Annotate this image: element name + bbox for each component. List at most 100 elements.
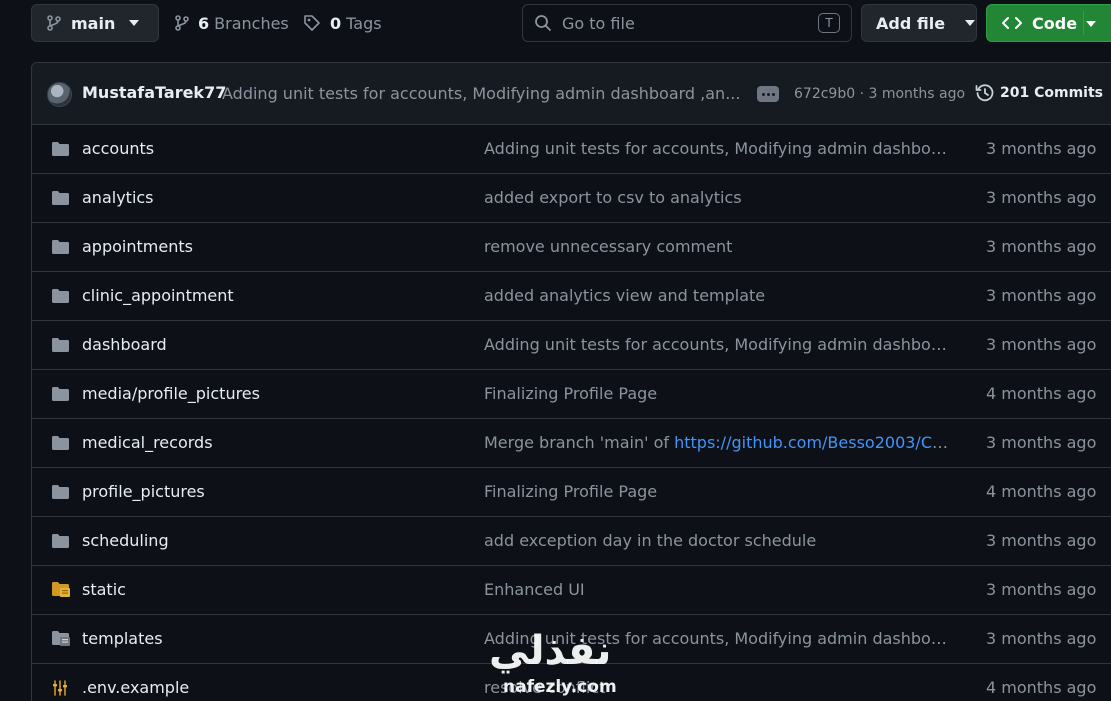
chevron-down-icon[interactable] xyxy=(1086,21,1096,27)
commit-sha-time[interactable]: 672c9b0 · 3 months ago xyxy=(794,86,965,102)
file-name-link[interactable]: media/profile_pictures xyxy=(82,384,260,403)
file-row[interactable]: profile_pictures Finalizing Profile Page 4… xyxy=(32,468,1111,517)
chevron-down-icon xyxy=(965,20,976,26)
file-name-link[interactable]: clinic_appointment xyxy=(82,286,234,305)
folder-icon xyxy=(52,533,69,552)
code-button[interactable]: Code xyxy=(986,4,1111,42)
file-commit-message[interactable]: remove unnecessary comment xyxy=(484,237,950,256)
code-icon xyxy=(1002,17,1022,29)
file-table: MustafaTarek77 Adding unit tests for acc… xyxy=(31,62,1111,701)
file-last-updated: 3 months ago xyxy=(986,237,1097,256)
file-commit-message[interactable]: resolve conflict xyxy=(484,678,950,697)
tags-link[interactable]: 0 Tags xyxy=(303,4,382,42)
file-last-updated: 4 months ago xyxy=(986,384,1097,403)
branch-icon xyxy=(175,15,189,31)
file-commit-message[interactable]: Enhanced UI xyxy=(484,580,950,599)
folder-icon xyxy=(52,337,69,356)
folder-icon xyxy=(52,386,69,405)
commit-message-text[interactable]: Adding unit tests for accounts, Modifyin… xyxy=(484,335,950,354)
commit-message-text[interactable]: Enhanced UI xyxy=(484,580,585,599)
file-last-updated: 3 months ago xyxy=(986,531,1097,550)
commit-message-link[interactable]: https://github.com/Besso2003/Cli... xyxy=(674,433,950,452)
commit-message-text[interactable]: added export to csv to analytics xyxy=(484,188,742,207)
file-last-updated: 4 months ago xyxy=(986,678,1097,697)
file-commit-message[interactable]: Merge branch 'main' of https://github.co… xyxy=(484,433,950,452)
latest-commit-bar: MustafaTarek77 Adding unit tests for acc… xyxy=(32,63,1111,125)
file-row[interactable]: media/profile_pictures Finalizing Profile… xyxy=(32,370,1111,419)
commit-message-text[interactable]: Finalizing Profile Page xyxy=(484,384,657,403)
button-divider xyxy=(1083,11,1084,35)
history-icon xyxy=(975,84,994,102)
file-commit-message[interactable]: Adding unit tests for accounts, Modifyin… xyxy=(484,139,950,158)
file-row[interactable]: analytics added export to csv to analytic… xyxy=(32,174,1111,223)
file-commit-message[interactable]: Adding unit tests for accounts, Modifyin… xyxy=(484,629,950,648)
file-name-link[interactable]: medical_records xyxy=(82,433,213,452)
commit-message[interactable]: Adding unit tests for accounts, Modifyin… xyxy=(222,84,742,103)
file-last-updated: 3 months ago xyxy=(986,286,1097,305)
file-name-link[interactable]: dashboard xyxy=(82,335,167,354)
file-name-link[interactable]: static xyxy=(82,580,126,599)
search-placeholder: Go to file xyxy=(562,13,635,33)
file-row[interactable]: accounts Adding unit tests for accounts, … xyxy=(32,125,1111,174)
chevron-down-icon xyxy=(129,20,140,26)
file-row[interactable]: dashboard Adding unit tests for accounts,… xyxy=(32,321,1111,370)
file-last-updated: 3 months ago xyxy=(986,580,1097,599)
commit-message-text[interactable]: resolve conflict xyxy=(484,678,605,697)
expand-commit-message-button[interactable] xyxy=(757,86,779,102)
file-row[interactable]: static Enhanced UI 3 months ago xyxy=(32,566,1111,615)
file-name-link[interactable]: analytics xyxy=(82,188,154,207)
file-name-link[interactable]: accounts xyxy=(82,139,154,158)
commit-author[interactable]: MustafaTarek77 xyxy=(82,83,226,102)
keyboard-shortcut-hint: T xyxy=(818,13,840,33)
file-row[interactable]: templates Adding unit tests for accounts,… xyxy=(32,615,1111,664)
tags-label: Tags xyxy=(346,13,382,33)
file-last-updated: 3 months ago xyxy=(986,139,1097,158)
folder-icon xyxy=(52,288,69,307)
commit-message-text[interactable]: remove unnecessary comment xyxy=(484,237,732,256)
file-list: accounts Adding unit tests for accounts, … xyxy=(32,125,1111,701)
file-row[interactable]: appointments remove unnecessary comment 3 … xyxy=(32,223,1111,272)
file-name-link[interactable]: scheduling xyxy=(82,531,169,550)
file-commit-message[interactable]: Finalizing Profile Page xyxy=(484,482,950,501)
file-commit-message[interactable]: added analytics view and template xyxy=(484,286,950,305)
file-name-link[interactable]: appointments xyxy=(82,237,193,256)
branches-count: 6 xyxy=(198,13,210,33)
commit-message-text[interactable]: add exception day in the doctor schedule xyxy=(484,531,816,550)
file-row[interactable]: medical_records Merge branch 'main' of ht… xyxy=(32,419,1111,468)
file-name-link[interactable]: profile_pictures xyxy=(82,482,205,501)
file-row[interactable]: clinic_appointment added analytics view a… xyxy=(32,272,1111,321)
add-file-button[interactable]: Add file xyxy=(861,4,977,42)
add-file-label: Add file xyxy=(876,13,946,33)
branch-selector-button[interactable]: main xyxy=(31,4,159,42)
file-row[interactable]: .env.example resolve conflict 4 months ago xyxy=(32,664,1111,701)
search-icon xyxy=(535,15,551,31)
tag-icon xyxy=(304,15,320,31)
branches-link[interactable]: 6 Branches xyxy=(175,4,289,42)
yellow-folder-icon xyxy=(52,582,70,601)
file-row[interactable]: scheduling add exception day in the docto… xyxy=(32,517,1111,566)
commit-message-text[interactable]: Adding unit tests for accounts, Modifyin… xyxy=(484,629,950,648)
file-commit-message[interactable]: Finalizing Profile Page xyxy=(484,384,950,403)
folder-icon xyxy=(52,190,69,209)
commit-message-text[interactable]: Finalizing Profile Page xyxy=(484,482,657,501)
file-last-updated: 3 months ago xyxy=(986,629,1097,648)
code-label: Code xyxy=(1032,13,1078,33)
branch-icon xyxy=(47,15,61,31)
file-commit-message[interactable]: added export to csv to analytics xyxy=(484,188,950,207)
file-last-updated: 3 months ago xyxy=(986,433,1097,452)
commits-count-link[interactable]: 201 Commits xyxy=(1000,85,1103,101)
repo-toolbar: main 6 Branches 0 Tags Go to file T Add … xyxy=(0,0,1111,46)
avatar[interactable] xyxy=(47,82,72,107)
commit-message-text[interactable]: added analytics view and template xyxy=(484,286,765,305)
file-name-link[interactable]: templates xyxy=(82,629,163,648)
file-name-link[interactable]: .env.example xyxy=(82,678,189,697)
folder-icon xyxy=(52,239,69,258)
settings-file-icon xyxy=(52,680,68,700)
file-commit-message[interactable]: add exception day in the doctor schedule xyxy=(484,531,950,550)
file-last-updated: 3 months ago xyxy=(986,188,1097,207)
go-to-file-input[interactable]: Go to file T xyxy=(522,4,852,42)
file-commit-message[interactable]: Adding unit tests for accounts, Modifyin… xyxy=(484,335,950,354)
commit-message-text[interactable]: Adding unit tests for accounts, Modifyin… xyxy=(484,139,950,158)
commit-message-text[interactable]: Merge branch 'main' of xyxy=(484,433,674,452)
folder-icon xyxy=(52,141,69,160)
